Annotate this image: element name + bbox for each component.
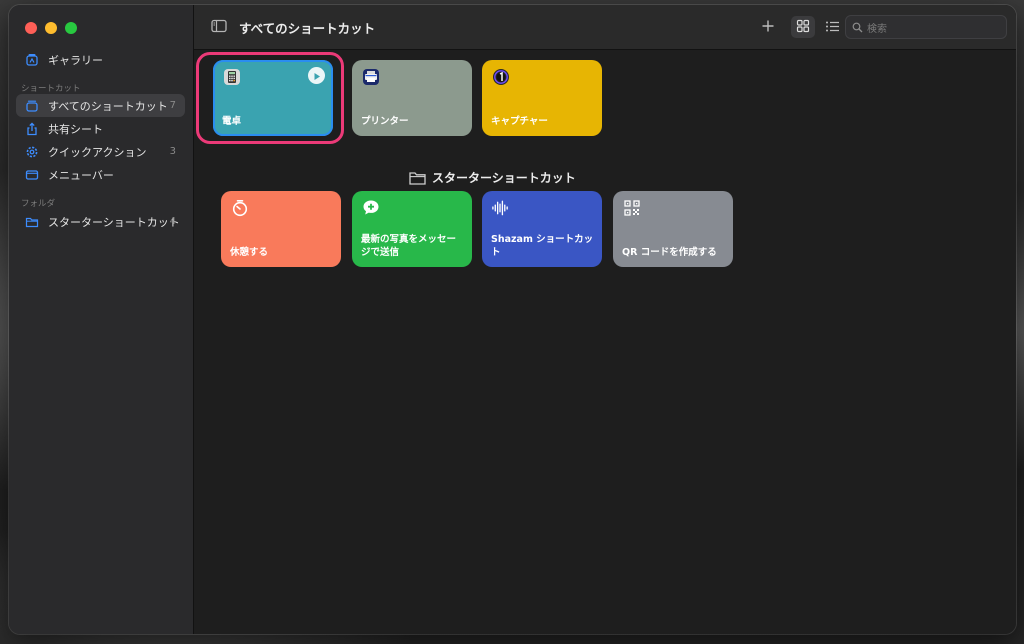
- toggle-sidebar-button[interactable]: [208, 16, 230, 38]
- shortcut-label: プリンター: [361, 116, 409, 127]
- shortcut-card-capture[interactable]: キャプチャー: [482, 60, 602, 136]
- folder-icon: [24, 214, 40, 230]
- sidebar-item-label: メニューバー: [48, 168, 114, 182]
- share-icon: [24, 121, 40, 137]
- sidebar-item-quick-actions[interactable]: クイックアクション 3: [16, 140, 185, 163]
- printer-icon: [361, 67, 380, 86]
- sidebar-item-gallery[interactable]: ギャラリー: [16, 48, 185, 71]
- shortcut-card-take-a-break[interactable]: 休憩する: [221, 191, 341, 267]
- sidebar-item-starter-shortcuts[interactable]: スターターショートカット 4: [16, 210, 185, 233]
- window-controls: [25, 22, 77, 34]
- sidebar-item-label: クイックアクション: [48, 145, 147, 159]
- message-plus-icon: [361, 198, 380, 217]
- sidebar-section-folders: フォルダ: [21, 199, 56, 209]
- search-placeholder: 検索: [867, 23, 887, 35]
- highlight-annotation: [196, 52, 344, 144]
- shortcut-label: キャプチャー: [491, 116, 548, 127]
- zoom-window-button[interactable]: [65, 22, 77, 34]
- sidebar-item-share-sheet[interactable]: 共有シート: [16, 117, 185, 140]
- capture-app-icon: [491, 67, 510, 86]
- sidebar-item-count: 7: [169, 100, 176, 111]
- folder-section-header[interactable]: スターターショートカット: [409, 169, 576, 186]
- grid-icon: [796, 18, 810, 37]
- sidebar: ギャラリー ショートカット すべてのショートカット 7 共有シート クイックアク…: [9, 5, 194, 634]
- sidebar-item-label: すべてのショートカット: [48, 99, 168, 113]
- shortcut-label: 最新の写真をメッセージで送信: [361, 234, 457, 258]
- folder-title: スターターショートカット: [432, 171, 576, 185]
- qr-code-icon: [622, 198, 641, 217]
- shortcut-label: QR コードを作成する: [622, 247, 717, 258]
- gear-icon: [24, 144, 40, 160]
- list-view-button[interactable]: [820, 16, 844, 38]
- shortcut-card-make-qr-code[interactable]: QR コードを作成する: [613, 191, 733, 267]
- shortcut-label: 休憩する: [230, 247, 269, 258]
- plus-icon: [761, 18, 775, 37]
- close-window-button[interactable]: [25, 22, 37, 34]
- toolbar: すべてのショートカット 検索: [194, 5, 1016, 50]
- page-title: すべてのショートカット: [239, 21, 376, 36]
- list-icon: [825, 18, 840, 37]
- sidebar-section-shortcuts: ショートカット: [21, 84, 81, 94]
- app-window: ギャラリー ショートカット すべてのショートカット 7 共有シート クイックアク…: [9, 5, 1016, 634]
- minimize-window-button[interactable]: [45, 22, 57, 34]
- menubar-icon: [24, 167, 40, 183]
- timer-icon: [230, 198, 249, 217]
- shortcut-card-printer[interactable]: プリンター: [352, 60, 472, 136]
- sidebar-item-label: スターターショートカット: [48, 215, 180, 229]
- shortcut-card-shazam[interactable]: Shazam ショートカット: [482, 191, 602, 267]
- grid-view-button[interactable]: [791, 16, 815, 38]
- stack-icon: [24, 98, 40, 114]
- waveform-icon: [491, 198, 510, 217]
- gallery-icon: [24, 52, 40, 68]
- search-field[interactable]: 検索: [845, 15, 1007, 39]
- sidebar-item-label: ギャラリー: [48, 53, 103, 67]
- sidebar-item-label: 共有シート: [48, 122, 103, 136]
- shortcut-label: Shazam ショートカット: [491, 234, 594, 258]
- sidebar-item-menu-bar[interactable]: メニューバー: [16, 163, 185, 186]
- sidebar-item-count: 3: [169, 146, 176, 157]
- folder-icon: [409, 171, 426, 185]
- sidebar-toggle-icon: [211, 18, 227, 37]
- add-shortcut-button[interactable]: [757, 16, 779, 38]
- sidebar-item-all-shortcuts[interactable]: すべてのショートカット 7: [16, 94, 185, 117]
- shortcut-card-send-latest-photo[interactable]: 最新の写真をメッセージで送信: [352, 191, 472, 267]
- sidebar-item-count: 4: [169, 216, 176, 227]
- search-icon: [852, 22, 863, 33]
